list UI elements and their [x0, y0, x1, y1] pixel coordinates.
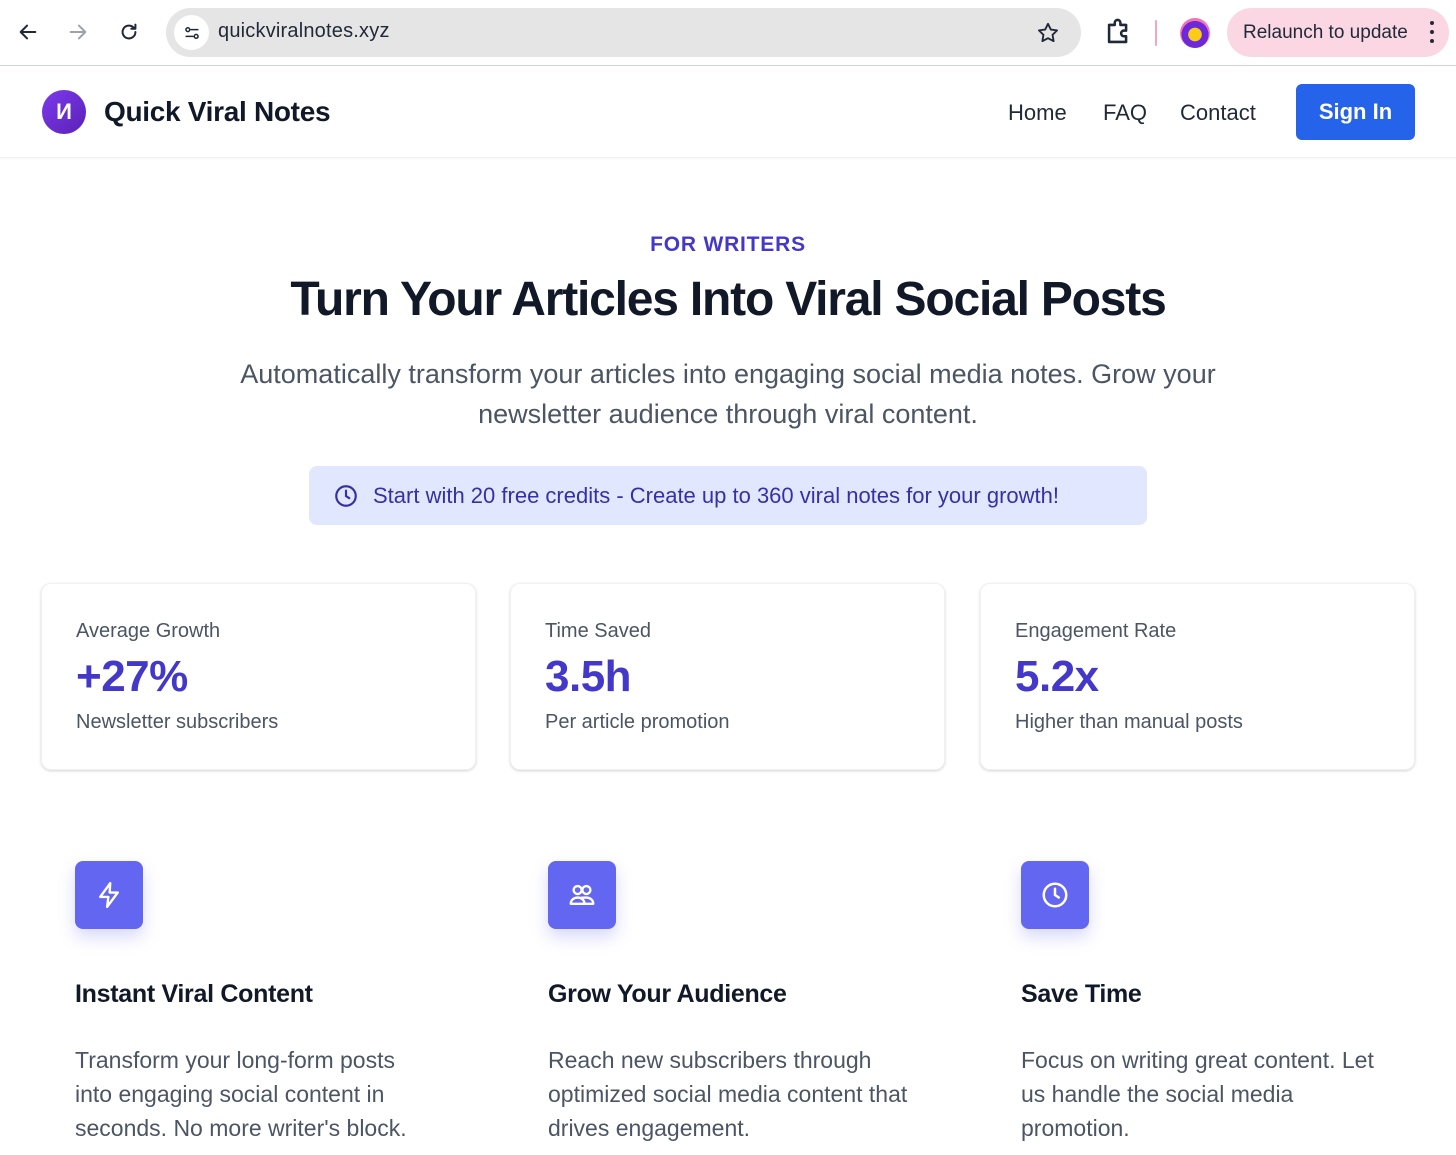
nav-faq-link[interactable]: FAQ [1103, 100, 1147, 126]
feature-title: Grow Your Audience [548, 980, 787, 1008]
brand-logo[interactable]: И [42, 90, 86, 134]
free-credits-banner: Start with 20 free credits - Create up t… [309, 466, 1147, 525]
feature-icon-tile [548, 861, 616, 929]
stat-label: Time Saved [545, 620, 651, 642]
feature-title: Save Time [1021, 980, 1142, 1008]
stat-note: Per article promotion [545, 711, 730, 733]
back-button[interactable] [10, 14, 46, 50]
sign-in-button[interactable]: Sign In [1296, 84, 1415, 140]
browser-toolbar: quickviralnotes.xyz Relaunch to update [0, 0, 1456, 66]
bookmark-star-icon[interactable] [1035, 20, 1061, 46]
forward-button[interactable] [60, 14, 96, 50]
url-text[interactable]: quickviralnotes.xyz [218, 20, 390, 43]
relaunch-button[interactable]: Relaunch to update [1227, 8, 1449, 57]
profile-avatar[interactable] [1180, 18, 1210, 48]
reload-button[interactable] [111, 14, 147, 50]
hero-eyebrow: FOR WRITERS [650, 233, 806, 256]
forward-arrow-icon [69, 24, 87, 40]
feature-icon-tile [1021, 861, 1089, 929]
site-info-button[interactable] [174, 15, 209, 50]
stat-card-average-growth: Average Growth +27% Newsletter subscribe… [41, 583, 476, 770]
stat-label: Engagement Rate [1015, 620, 1177, 642]
clock-icon [335, 484, 357, 507]
users-icon [569, 884, 595, 905]
feature-description: Reach new subscribers through optimized … [548, 1047, 908, 1141]
feature-description: Focus on writing great content. Let us h… [1021, 1047, 1374, 1141]
stat-value: 5.2x [1015, 652, 1099, 701]
stat-value: +27% [76, 652, 188, 701]
feature-title: Instant Viral Content [75, 980, 313, 1008]
hero-title: Turn Your Articles Into Viral Social Pos… [290, 273, 1166, 326]
lightning-icon [99, 881, 119, 909]
extensions-puzzle-icon[interactable] [1102, 15, 1136, 49]
stat-card-engagement-rate: Engagement Rate 5.2x Higher than manual … [980, 583, 1415, 770]
reload-icon [121, 23, 137, 40]
feature-icon-tile [75, 861, 143, 929]
nav-home-link[interactable]: Home [1008, 100, 1067, 126]
clock-icon [1042, 882, 1068, 908]
site-header: И Quick Viral Notes Home FAQ Contact Sig… [0, 67, 1456, 158]
stat-note: Higher than manual posts [1015, 711, 1243, 733]
logo-letter: И [56, 99, 72, 124]
feature-description: Transform your long-form posts into enga… [75, 1047, 407, 1141]
more-menu-icon[interactable] [1429, 21, 1435, 43]
back-arrow-icon [19, 24, 37, 40]
hero-subtitle: Automatically transform your articles in… [240, 359, 1216, 429]
toolbar-divider [1155, 20, 1157, 46]
stat-label: Average Growth [76, 620, 221, 642]
stat-card-time-saved: Time Saved 3.5h Per article promotion [510, 583, 945, 770]
tune-icon [184, 26, 199, 39]
stat-value: 3.5h [545, 652, 632, 701]
nav-contact-link[interactable]: Contact [1180, 100, 1256, 126]
address-bar[interactable]: quickviralnotes.xyz [166, 8, 1081, 57]
relaunch-label: Relaunch to update [1243, 21, 1408, 43]
free-credits-text: Start with 20 free credits - Create up t… [373, 482, 1059, 508]
brand-name[interactable]: Quick Viral Notes [104, 96, 331, 128]
stat-note: Newsletter subscribers [76, 711, 279, 733]
